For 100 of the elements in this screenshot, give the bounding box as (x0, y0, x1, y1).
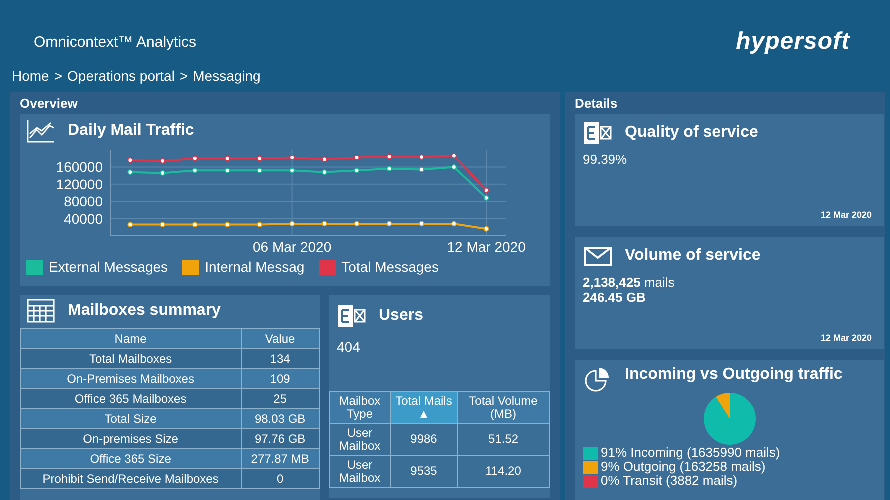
data-point (160, 158, 166, 164)
card-title: Incoming vs Outgoing traffic (625, 366, 843, 383)
data-point (419, 154, 425, 160)
table-cell: Office 365 Mailboxes (20, 388, 242, 408)
table-cell: Prohibit Send/Receive Mailboxes (20, 468, 242, 488)
date-label: 12 Mar 2020 (820, 210, 873, 220)
data-point (354, 168, 360, 174)
table-cell: 51.52 (458, 424, 550, 456)
table-cell: 9535 (390, 456, 458, 488)
data-point (322, 221, 328, 227)
exchange-logo-icon (337, 303, 367, 329)
data-point (484, 226, 490, 232)
section-title: Overview (20, 96, 78, 111)
y-tick-label: 40000 (64, 210, 103, 227)
table-cell: Total Size (20, 408, 242, 428)
data-point (224, 222, 230, 228)
table-cell: 9986 (390, 424, 458, 456)
breadcrumb-separator: > (180, 68, 188, 86)
table-cell: User Mailbox (330, 456, 390, 488)
card-title: Daily Mail Traffic (68, 122, 194, 140)
legend-swatch (583, 474, 598, 488)
data-point (386, 221, 392, 227)
data-point (192, 222, 198, 228)
legend-swatch (583, 460, 598, 474)
data-point (386, 154, 392, 160)
legend-label: Total Messages (342, 259, 439, 275)
table-cell: On-premises Size (20, 428, 242, 448)
table-cell: 134 (241, 348, 320, 368)
y-tick-label: 80000 (64, 194, 103, 210)
data-point (128, 158, 134, 164)
exchange-logo-icon (583, 120, 613, 146)
table-cell: 97.76 GB (241, 428, 320, 448)
column-header[interactable]: Mailbox Type (330, 392, 390, 424)
x-tick-label: 12 Mar 2020 (447, 239, 526, 252)
metric-value: 99.39% (583, 152, 628, 167)
data-point (484, 195, 490, 201)
section-title: Details (575, 96, 618, 111)
table-cell: 0 (241, 468, 320, 488)
legend-label: 9% Outgoing (163258 mails) (601, 460, 766, 474)
table-cell: User Mailbox (330, 424, 390, 456)
line-chart-icon (26, 118, 56, 144)
data-point (484, 188, 490, 194)
data-point (419, 221, 425, 227)
data-point (322, 156, 328, 162)
table-cell: On-Premises Mailboxes (20, 368, 242, 388)
metric-value: 246.45 GB (583, 290, 647, 305)
app-title: Omnicontext™ Analytics (34, 34, 197, 50)
table-icon (26, 298, 56, 324)
column-header[interactable]: Total Volume (MB) (458, 392, 550, 424)
table-cell: 114.20 (458, 456, 550, 488)
card-title: Users (379, 307, 424, 325)
data-point (386, 166, 392, 172)
data-point (419, 167, 425, 172)
table-cell: 25 (241, 388, 320, 408)
data-point (257, 156, 263, 162)
data-point (160, 170, 166, 176)
data-point (192, 168, 198, 174)
breadcrumb-separator: > (54, 68, 63, 86)
data-point (128, 170, 134, 176)
breadcrumb-link[interactable]: Messaging (193, 68, 261, 92)
data-point (192, 156, 198, 162)
data-point (224, 168, 230, 174)
table-cell: 277.87 MB (241, 448, 320, 468)
column-header: Value (241, 328, 320, 348)
data-point (160, 222, 166, 228)
card-title: Volume of service (625, 247, 761, 265)
data-point (128, 222, 134, 228)
data-point (354, 155, 360, 160)
date-label: 12 Mar 2020 (820, 333, 873, 343)
data-point (290, 168, 295, 174)
data-point (452, 164, 457, 170)
breadcrumb-link[interactable]: Operations portal (68, 68, 175, 92)
data-point (452, 153, 457, 159)
metric-value: 2,138,425 mails (583, 275, 676, 290)
data-point (452, 221, 457, 227)
legend-label: External Messages (49, 259, 168, 275)
table-cell: Total Mailboxes (20, 348, 242, 368)
card-title: Mailboxes summary (68, 302, 221, 320)
table-cell: Office 365 Size (20, 448, 242, 468)
brand-logo: hypersoft (736, 28, 850, 56)
data-point (290, 221, 295, 227)
breadcrumb-link[interactable]: Home (12, 68, 50, 92)
metric-value: 404 (336, 338, 360, 355)
data-point (257, 222, 263, 228)
data-point (322, 170, 328, 176)
data-point (354, 221, 360, 227)
y-tick-label: 160000 (56, 159, 103, 176)
legend-label: 91% Incoming (1635990 mails) (601, 446, 780, 460)
table-cell: 109 (241, 368, 320, 388)
legend-label: Internal Messag (205, 259, 305, 275)
y-tick-label: 120000 (56, 176, 103, 192)
legend-swatch (583, 446, 598, 460)
table-cell: 98.03 GB (241, 408, 320, 428)
column-header: Name (20, 328, 242, 348)
x-tick-label: 06 Mar 2020 (253, 239, 332, 252)
card-title: Quality of service (625, 124, 758, 142)
data-point (257, 168, 263, 174)
data-point (290, 155, 295, 160)
legend-label: 0% Transit (3882 mails) (601, 474, 738, 488)
data-point (224, 156, 230, 162)
